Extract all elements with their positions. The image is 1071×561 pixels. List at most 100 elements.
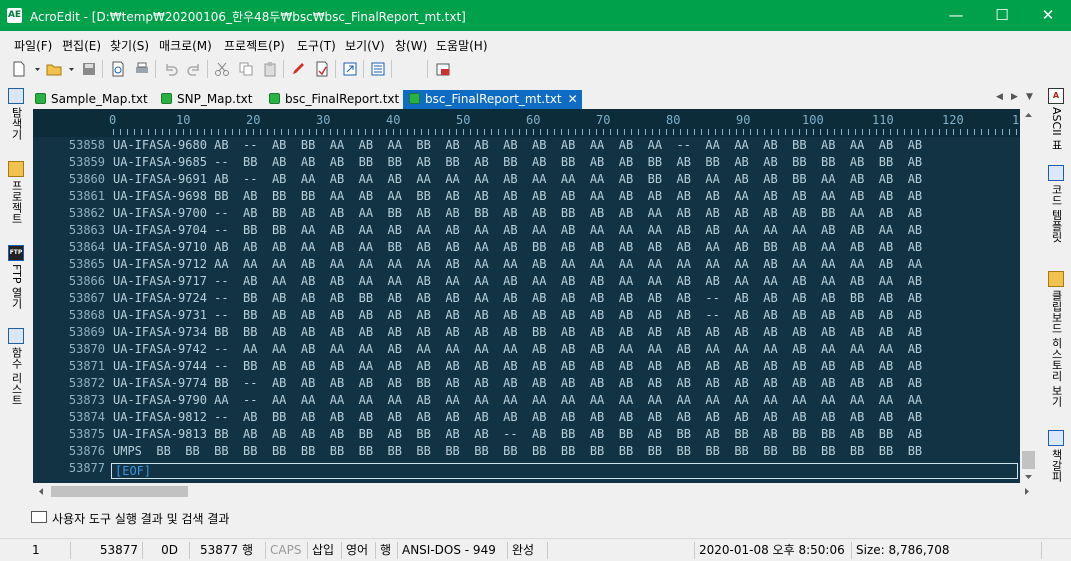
tab-bsc-finalreport[interactable]: bsc_FinalReport.txt (269, 90, 399, 109)
undo-icon[interactable] (163, 61, 179, 77)
ruler-mark: 1 (1012, 113, 1020, 127)
print-icon[interactable] (134, 61, 150, 77)
text-line[interactable]: UMPS BB BB BB BB BB BB BB BB BB BB BB BB… (113, 444, 1020, 461)
text-line[interactable]: UA-IFASA-9680 AB -- AB BB AA AB AA BB AB… (113, 138, 1020, 155)
text-editor[interactable]: 0 10 20 30 40 50 60 70 80 90 100 110 120… (33, 109, 1020, 483)
column-mode-icon[interactable] (370, 61, 386, 77)
toolbar-separator (391, 60, 392, 78)
print-preview-icon[interactable] (110, 61, 126, 77)
copy-icon[interactable] (238, 61, 254, 77)
text-line[interactable]: UA-IFASA-9742 -- AA AA AB AA AA AB AA AA… (113, 342, 1020, 359)
highlight-icon[interactable] (314, 61, 330, 77)
text-line[interactable]: UA-IFASA-9712 AA AA AA AB AA AA AA AA AB… (113, 257, 1020, 274)
vertical-scrollbar[interactable] (1020, 109, 1037, 483)
toolbar-separator (363, 60, 364, 78)
new-dropdown-icon[interactable] (34, 61, 41, 77)
menu-macro[interactable]: 매크로(M) (159, 37, 212, 54)
open-folder-icon[interactable] (46, 61, 62, 77)
horizontal-scrollbar[interactable] (33, 483, 1037, 500)
ftp-tab[interactable]: FTP FTP 열기 (7, 245, 25, 309)
text-line[interactable]: UA-IFASA-9710 AB AB AB AA AB AA BB AB AB… (113, 240, 1020, 257)
text-line[interactable]: UA-IFASA-9700 -- AB BB AB AB AA BB AB AB… (113, 206, 1020, 223)
code-template-icon (1048, 165, 1064, 181)
status-caps: CAPS (266, 542, 308, 559)
menu-window[interactable]: 창(W) (395, 37, 427, 54)
text-line[interactable]: UA-IFASA-9685 -- BB AB AB AB BB BB AB BB… (113, 155, 1020, 172)
toolbar-separator (283, 60, 284, 78)
marker-icon[interactable] (290, 61, 306, 77)
file-icon (161, 93, 172, 104)
status-encoding[interactable]: ANSI-DOS - 949 (398, 542, 508, 559)
line-number-gutter: 53858 53859 53860 53861 53862 53863 5386… (33, 138, 105, 478)
redo-icon[interactable] (186, 61, 202, 77)
tab-label: SNP_Map.txt (177, 92, 253, 106)
tab-scroll-left-icon[interactable]: ◀ (996, 92, 1003, 102)
ruler-mark: 120 (942, 113, 964, 127)
open-dropdown-icon[interactable] (68, 61, 75, 77)
tab-list-dropdown-icon[interactable]: ▼ (1026, 92, 1033, 102)
project-icon (8, 161, 24, 177)
close-button[interactable]: ✕ (1025, 0, 1071, 31)
vertical-scroll-thumb[interactable] (1022, 451, 1035, 469)
tab-bsc-finalreport-mt[interactable]: bsc_FinalReport_mt.txt ✕ (403, 90, 582, 109)
project-tab[interactable]: 프로젝트 (7, 161, 25, 224)
line-number: 53874 (68, 410, 105, 424)
scroll-right-icon[interactable] (1023, 487, 1031, 496)
code-template-tab[interactable]: 코드 템플릿 (1047, 165, 1065, 243)
text-line[interactable]: UA-IFASA-9717 -- AB AA AB AB AA AA AB AA… (113, 274, 1020, 291)
line-number: 53873 (68, 393, 105, 407)
menu-edit[interactable]: 편집(E) (62, 37, 101, 54)
explorer-tab-label: 탐색기 (10, 107, 23, 140)
scroll-down-icon[interactable] (1024, 473, 1033, 481)
toolbar-separator (102, 60, 103, 78)
function-list-tab[interactable]: 함수 리스트 (7, 328, 25, 406)
text-line[interactable]: UA-IFASA-9813 BB AB AB AB AB BB AB BB AB… (113, 427, 1020, 444)
calendar-icon[interactable] (435, 61, 451, 77)
menu-project[interactable]: 프로젝트(P) (224, 37, 285, 54)
status-insert-mode[interactable]: 삽입 (308, 542, 342, 559)
menu-view[interactable]: 보기(V) (345, 37, 385, 54)
line-number: 53862 (68, 206, 105, 220)
bookmark-tab[interactable]: 책갈피 (1047, 430, 1065, 482)
ruler-mark: 0 (109, 113, 117, 127)
horizontal-scroll-thumb[interactable] (51, 486, 188, 497)
text-line[interactable]: UA-IFASA-9812 -- AB BB AB AB AB AB AB AB… (113, 410, 1020, 427)
tab-sample-map[interactable]: Sample_Map.txt (35, 90, 148, 109)
text-line[interactable]: UA-IFASA-9734 BB BB AB AB AB AB AB AB AB… (113, 325, 1020, 342)
text-content[interactable]: UA-IFASA-9680 AB -- AB BB AA AB AA BB AB… (113, 138, 1020, 461)
save-icon[interactable] (81, 61, 97, 77)
ascii-table-tab[interactable]: A ASCII 표 (1047, 88, 1065, 150)
menu-find[interactable]: 찾기(S) (110, 37, 149, 54)
line-number: 53868 (68, 308, 105, 322)
text-line[interactable]: UA-IFASA-9744 -- BB AB AB AB AA AB AB AB… (113, 359, 1020, 376)
minimize-button[interactable]: — (933, 0, 979, 31)
explorer-tab[interactable]: 탐색기 (7, 88, 25, 140)
text-line[interactable]: UA-IFASA-9704 -- BB BB AA AB AA AB AA AB… (113, 223, 1020, 240)
tab-snp-map[interactable]: SNP_Map.txt (161, 90, 252, 109)
text-line[interactable]: UA-IFASA-9774 BB -- AB AB AB AB AB BB AB… (113, 376, 1020, 393)
text-line[interactable]: UA-IFASA-9698 BB AB BB BB AA AB AA BB AB… (113, 189, 1020, 206)
menu-tools[interactable]: 도구(T) (297, 37, 336, 54)
clipboard-history-tab-label: 클립보드 히스토리 보기 (1050, 290, 1063, 407)
menu-file[interactable]: 파일(F) (14, 37, 52, 54)
line-number: 53861 (68, 189, 105, 203)
go-to-icon[interactable] (342, 61, 358, 77)
line-number: 53858 (68, 138, 105, 152)
tab-close-icon[interactable]: ✕ (568, 92, 578, 106)
maximize-button[interactable]: ☐ (979, 0, 1025, 31)
clipboard-history-tab[interactable]: 클립보드 히스토리 보기 (1047, 271, 1065, 407)
text-line[interactable]: UA-IFASA-9731 -- BB AB AB AB AB AB AB AB… (113, 308, 1020, 325)
output-panel-label[interactable]: 사용자 도구 실행 결과 및 검색 결과 (52, 510, 229, 527)
tab-scroll-right-icon[interactable]: ▶ (1011, 92, 1018, 102)
new-file-icon[interactable] (11, 61, 27, 77)
text-line[interactable]: UA-IFASA-9724 -- BB AB AB AB BB AB AB AB… (113, 291, 1020, 308)
output-panel: 사용자 도구 실행 결과 및 검색 결과 (31, 503, 1040, 537)
cut-icon[interactable] (214, 61, 230, 77)
text-line[interactable]: UA-IFASA-9691 AB -- AB AA AB AA AB AA AA… (113, 172, 1020, 189)
current-line-eof[interactable]: [EOF] (111, 463, 1018, 479)
text-line[interactable]: UA-IFASA-9790 AA -- AA AA AA AA AA AB AA… (113, 393, 1020, 410)
paste-icon[interactable] (262, 61, 278, 77)
menu-help[interactable]: 도움말(H) (436, 37, 488, 54)
scroll-left-icon[interactable] (37, 487, 45, 496)
scroll-up-icon[interactable] (1024, 111, 1033, 119)
